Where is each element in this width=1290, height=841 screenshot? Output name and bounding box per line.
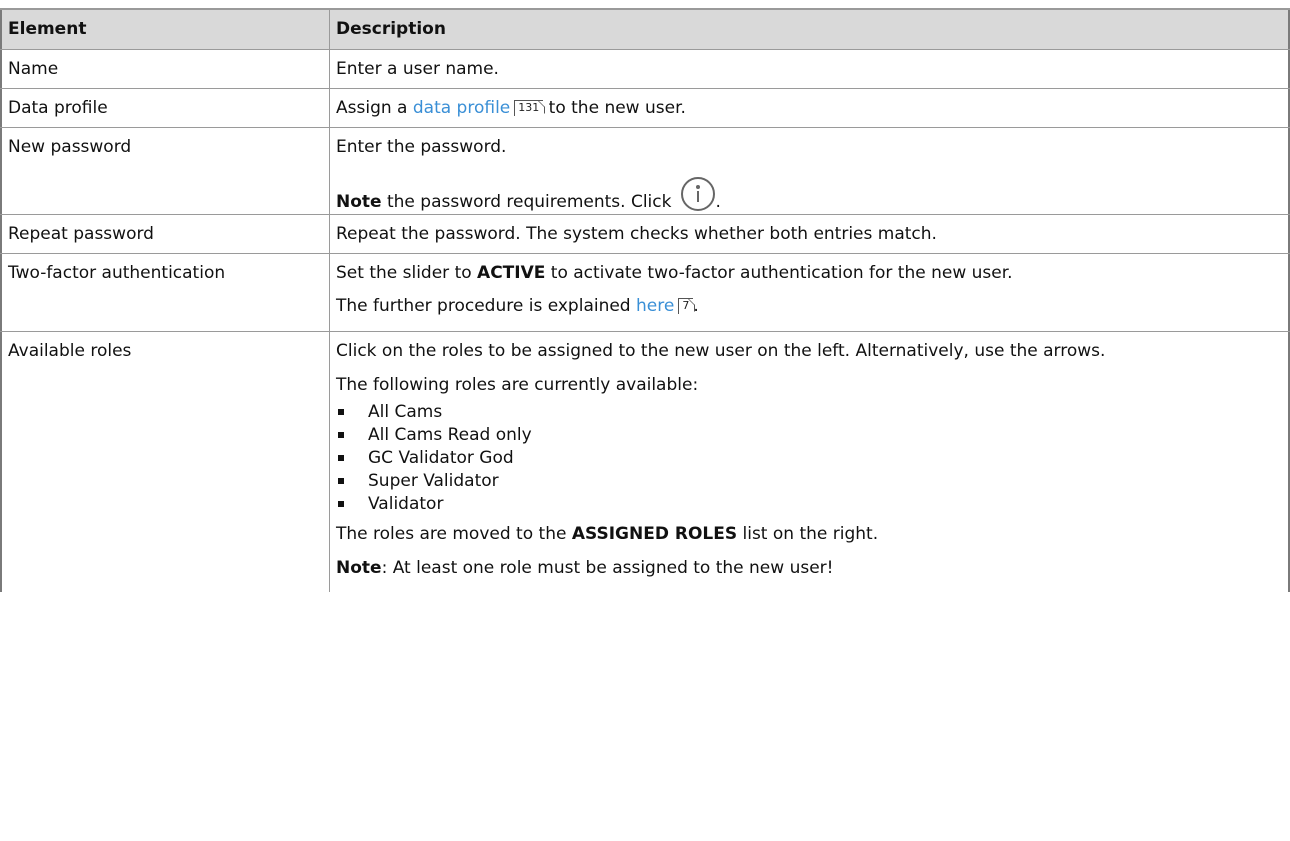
description-text: Set the slider to ACTIVE to activate two… — [336, 263, 1282, 283]
text-run: to activate two-factor authentication fo… — [545, 263, 1013, 283]
text-run: The further procedure is explained — [336, 296, 637, 316]
note-paragraph: Note the password requirements. Click. — [336, 177, 1282, 212]
note-label: Note — [336, 192, 382, 212]
assigned-roles-label: ASSIGNED ROLES — [571, 524, 738, 544]
description-text: Enter the password. — [336, 137, 507, 157]
note-text: : At least one role must be assigned to … — [381, 558, 834, 578]
table-row: Name Enter a user name. — [0, 50, 1290, 89]
text-run: Set the slider to — [336, 263, 478, 283]
list-item: All Cams — [336, 401, 1282, 424]
element-cell: Data profile — [0, 89, 330, 127]
description-cell: Click on the roles to be assigned to the… — [330, 332, 1290, 592]
element-cell: Two-factor authentication — [0, 254, 330, 331]
page-reference[interactable]: 131 — [514, 100, 544, 116]
fields-table: Element Description Name Enter a user na… — [0, 8, 1290, 592]
list-item: Super Validator — [336, 470, 1282, 493]
table-row: Repeat password Repeat the password. The… — [0, 215, 1290, 254]
table-row: Two-factor authentication Set the slider… — [0, 254, 1290, 332]
description-text: Assign a — [336, 98, 408, 118]
table-row: New password Enter the password. Note th… — [0, 128, 1290, 215]
description-cell: Enter a user name. — [330, 50, 1290, 88]
description-text: The further procedure is explained here 7… — [336, 296, 1282, 316]
description-text: The following roles are currently availa… — [336, 375, 699, 395]
info-icon — [681, 177, 716, 211]
list-item: Validator — [336, 493, 1282, 516]
note-end: . — [715, 192, 721, 212]
description-cell: Repeat the password. The system checks w… — [330, 215, 1290, 253]
table-header-row: Element Description — [0, 8, 1290, 50]
description-cell: Set the slider to ACTIVE to activate two… — [330, 254, 1290, 331]
description-cell: Assign a data profile 131 to the new user… — [330, 89, 1290, 127]
text-run: The roles are moved to the — [336, 524, 572, 544]
element-cell: Available roles — [0, 332, 330, 592]
description-text: Click on the roles to be assigned to the… — [336, 341, 1106, 361]
element-cell: New password — [0, 128, 330, 214]
header-description: Description — [330, 10, 1290, 49]
description-text: to the new user. — [543, 98, 686, 118]
description-text: The roles are moved to the ASSIGNED ROLE… — [336, 524, 1282, 544]
page-reference[interactable]: 7 — [678, 298, 694, 314]
table-row: Available roles Click on the roles to be… — [0, 332, 1290, 592]
text-run: list on the right. — [737, 524, 879, 544]
active-label: ACTIVE — [477, 263, 546, 283]
header-element: Element — [0, 10, 330, 49]
list-item: All Cams Read only — [336, 424, 1282, 447]
element-cell: Repeat password — [0, 215, 330, 253]
element-cell: Name — [0, 50, 330, 88]
description-cell: Enter the password. Note the password re… — [330, 128, 1290, 214]
roles-list: All Cams All Cams Read only GC Validator… — [336, 401, 1282, 516]
note-text: the password requirements. Click — [381, 192, 672, 212]
list-item: GC Validator God — [336, 447, 1282, 470]
data-profile-link[interactable]: data profile — [413, 98, 510, 118]
note-label: Note — [336, 558, 382, 578]
table-row: Data profile Assign a data profile 131 to… — [0, 89, 1290, 128]
here-link[interactable]: here — [636, 296, 674, 316]
note-paragraph: Note: At least one role must be assigned… — [336, 558, 1282, 578]
